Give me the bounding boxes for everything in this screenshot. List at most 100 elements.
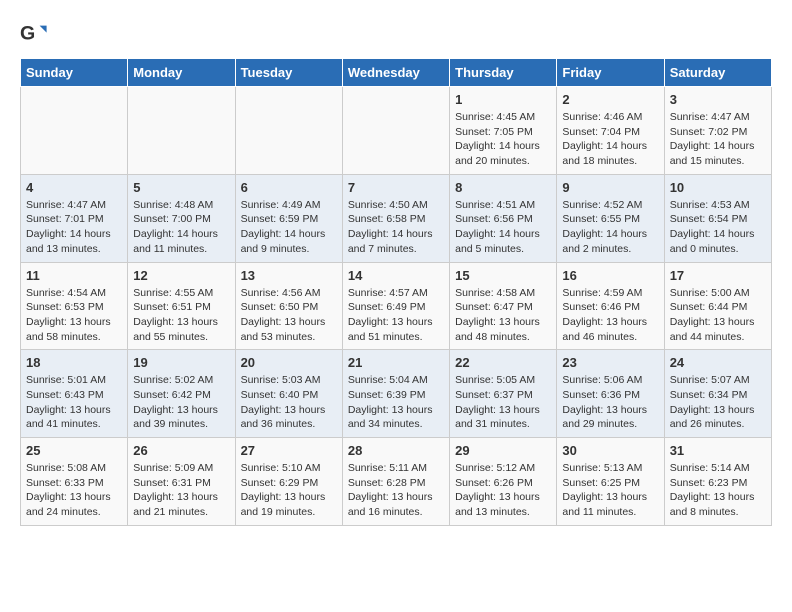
- day-number: 5: [133, 180, 229, 195]
- day-number: 19: [133, 355, 229, 370]
- day-number: 7: [348, 180, 444, 195]
- day-cell-29: 29 Sunrise: 5:12 AM Sunset: 6:26 PM Dayli…: [450, 438, 557, 526]
- day-cell-21: 21 Sunrise: 5:04 AM Sunset: 6:39 PM Dayli…: [342, 350, 449, 438]
- day-number: 11: [26, 268, 122, 283]
- week-row-1: 1 Sunrise: 4:45 AM Sunset: 7:05 PM Daylig…: [21, 87, 772, 175]
- day-cell-4: 4 Sunrise: 4:47 AM Sunset: 7:01 PM Daylig…: [21, 174, 128, 262]
- day-info: Sunrise: 5:12 AM Sunset: 6:26 PM Dayligh…: [455, 461, 551, 520]
- day-cell-6: 6Sunrise: 4:49 AM Sunset: 6:59 PM Daylig…: [235, 174, 342, 262]
- day-number: 14: [348, 268, 444, 283]
- day-info: Sunrise: 4:49 AM Sunset: 6:59 PM Dayligh…: [241, 198, 337, 257]
- day-info: Sunrise: 4:50 AM Sunset: 6:58 PM Dayligh…: [348, 198, 444, 257]
- day-info: Sunrise: 4:47 AM Sunset: 7:02 PM Dayligh…: [670, 110, 766, 169]
- calendar-table: SundayMondayTuesdayWednesdayThursdayFrid…: [20, 58, 772, 526]
- week-row-2: 4 Sunrise: 4:47 AM Sunset: 7:01 PM Daylig…: [21, 174, 772, 262]
- day-cell-2: 2 Sunrise: 4:46 AM Sunset: 7:04 PM Daylig…: [557, 87, 664, 175]
- day-number: 16: [562, 268, 658, 283]
- day-number: 28: [348, 443, 444, 458]
- day-cell-7: 7 Sunrise: 4:50 AM Sunset: 6:58 PM Daylig…: [342, 174, 449, 262]
- day-info: Sunrise: 4:58 AM Sunset: 6:47 PM Dayligh…: [455, 286, 551, 345]
- empty-cell: [21, 87, 128, 175]
- day-info: Sunrise: 5:04 AM Sunset: 6:39 PM Dayligh…: [348, 373, 444, 432]
- day-cell-24: 24Sunrise: 5:07 AM Sunset: 6:34 PM Dayli…: [664, 350, 771, 438]
- day-info: Sunrise: 4:59 AM Sunset: 6:46 PM Dayligh…: [562, 286, 658, 345]
- day-info: Sunrise: 4:46 AM Sunset: 7:04 PM Dayligh…: [562, 110, 658, 169]
- day-cell-14: 14 Sunrise: 4:57 AM Sunset: 6:49 PM Dayli…: [342, 262, 449, 350]
- day-cell-23: 23 Sunrise: 5:06 AM Sunset: 6:36 PM Dayli…: [557, 350, 664, 438]
- day-cell-1: 1 Sunrise: 4:45 AM Sunset: 7:05 PM Daylig…: [450, 87, 557, 175]
- day-info: Sunrise: 5:00 AM Sunset: 6:44 PM Dayligh…: [670, 286, 766, 345]
- header: G: [20, 20, 772, 48]
- day-info: Sunrise: 4:55 AM Sunset: 6:51 PM Dayligh…: [133, 286, 229, 345]
- day-info: Sunrise: 4:48 AM Sunset: 7:00 PM Dayligh…: [133, 198, 229, 257]
- week-row-5: 25 Sunrise: 5:08 AM Sunset: 6:33 PM Dayli…: [21, 438, 772, 526]
- day-number: 4: [26, 180, 122, 195]
- svg-text:G: G: [20, 23, 35, 45]
- logo: G: [20, 20, 52, 48]
- week-row-3: 11 Sunrise: 4:54 AM Sunset: 6:53 PM Dayli…: [21, 262, 772, 350]
- day-number: 3: [670, 92, 766, 107]
- week-row-4: 18 Sunrise: 5:01 AM Sunset: 6:43 PM Dayli…: [21, 350, 772, 438]
- day-info: Sunrise: 5:10 AM Sunset: 6:29 PM Dayligh…: [241, 461, 337, 520]
- empty-cell: [235, 87, 342, 175]
- day-header-wednesday: Wednesday: [342, 59, 449, 87]
- day-number: 8: [455, 180, 551, 195]
- day-info: Sunrise: 4:54 AM Sunset: 6:53 PM Dayligh…: [26, 286, 122, 345]
- day-number: 10: [670, 180, 766, 195]
- day-cell-31: 31 Sunrise: 5:14 AM Sunset: 6:23 PM Dayli…: [664, 438, 771, 526]
- day-header-tuesday: Tuesday: [235, 59, 342, 87]
- day-number: 23: [562, 355, 658, 370]
- day-cell-13: 13 Sunrise: 4:56 AM Sunset: 6:50 PM Dayli…: [235, 262, 342, 350]
- day-cell-25: 25 Sunrise: 5:08 AM Sunset: 6:33 PM Dayli…: [21, 438, 128, 526]
- day-number: 9: [562, 180, 658, 195]
- day-cell-11: 11 Sunrise: 4:54 AM Sunset: 6:53 PM Dayli…: [21, 262, 128, 350]
- day-info: Sunrise: 5:06 AM Sunset: 6:36 PM Dayligh…: [562, 373, 658, 432]
- day-header-saturday: Saturday: [664, 59, 771, 87]
- day-cell-27: 27Sunrise: 5:10 AM Sunset: 6:29 PM Dayli…: [235, 438, 342, 526]
- day-info: Sunrise: 4:53 AM Sunset: 6:54 PM Dayligh…: [670, 198, 766, 257]
- day-number: 18: [26, 355, 122, 370]
- day-cell-28: 28Sunrise: 5:11 AM Sunset: 6:28 PM Dayli…: [342, 438, 449, 526]
- day-cell-16: 16 Sunrise: 4:59 AM Sunset: 6:46 PM Dayli…: [557, 262, 664, 350]
- day-info: Sunrise: 4:45 AM Sunset: 7:05 PM Dayligh…: [455, 110, 551, 169]
- day-info: Sunrise: 4:57 AM Sunset: 6:49 PM Dayligh…: [348, 286, 444, 345]
- day-info: Sunrise: 5:05 AM Sunset: 6:37 PM Dayligh…: [455, 373, 551, 432]
- day-cell-19: 19Sunrise: 5:02 AM Sunset: 6:42 PM Dayli…: [128, 350, 235, 438]
- day-info: Sunrise: 5:09 AM Sunset: 6:31 PM Dayligh…: [133, 461, 229, 520]
- day-cell-10: 10 Sunrise: 4:53 AM Sunset: 6:54 PM Dayli…: [664, 174, 771, 262]
- day-number: 29: [455, 443, 551, 458]
- day-number: 21: [348, 355, 444, 370]
- day-header-sunday: Sunday: [21, 59, 128, 87]
- day-cell-12: 12 Sunrise: 4:55 AM Sunset: 6:51 PM Dayli…: [128, 262, 235, 350]
- logo-icon: G: [20, 20, 48, 48]
- day-cell-15: 15 Sunrise: 4:58 AM Sunset: 6:47 PM Dayli…: [450, 262, 557, 350]
- day-cell-20: 20 Sunrise: 5:03 AM Sunset: 6:40 PM Dayli…: [235, 350, 342, 438]
- day-number: 15: [455, 268, 551, 283]
- day-info: Sunrise: 4:51 AM Sunset: 6:56 PM Dayligh…: [455, 198, 551, 257]
- day-info: Sunrise: 5:07 AM Sunset: 6:34 PM Dayligh…: [670, 373, 766, 432]
- day-info: Sunrise: 5:01 AM Sunset: 6:43 PM Dayligh…: [26, 373, 122, 432]
- day-info: Sunrise: 4:56 AM Sunset: 6:50 PM Dayligh…: [241, 286, 337, 345]
- day-number: 12: [133, 268, 229, 283]
- day-number: 25: [26, 443, 122, 458]
- day-info: Sunrise: 4:47 AM Sunset: 7:01 PM Dayligh…: [26, 198, 122, 257]
- day-cell-5: 5 Sunrise: 4:48 AM Sunset: 7:00 PM Daylig…: [128, 174, 235, 262]
- empty-cell: [342, 87, 449, 175]
- day-info: Sunrise: 5:03 AM Sunset: 6:40 PM Dayligh…: [241, 373, 337, 432]
- day-info: Sunrise: 5:14 AM Sunset: 6:23 PM Dayligh…: [670, 461, 766, 520]
- day-cell-3: 3 Sunrise: 4:47 AM Sunset: 7:02 PM Daylig…: [664, 87, 771, 175]
- day-cell-17: 17 Sunrise: 5:00 AM Sunset: 6:44 PM Dayli…: [664, 262, 771, 350]
- day-cell-18: 18 Sunrise: 5:01 AM Sunset: 6:43 PM Dayli…: [21, 350, 128, 438]
- day-cell-30: 30Sunrise: 5:13 AM Sunset: 6:25 PM Dayli…: [557, 438, 664, 526]
- day-number: 13: [241, 268, 337, 283]
- day-number: 17: [670, 268, 766, 283]
- day-number: 30: [562, 443, 658, 458]
- day-header-monday: Monday: [128, 59, 235, 87]
- day-number: 26: [133, 443, 229, 458]
- day-info: Sunrise: 5:08 AM Sunset: 6:33 PM Dayligh…: [26, 461, 122, 520]
- day-number: 1: [455, 92, 551, 107]
- day-number: 31: [670, 443, 766, 458]
- day-header-friday: Friday: [557, 59, 664, 87]
- day-number: 2: [562, 92, 658, 107]
- day-number: 20: [241, 355, 337, 370]
